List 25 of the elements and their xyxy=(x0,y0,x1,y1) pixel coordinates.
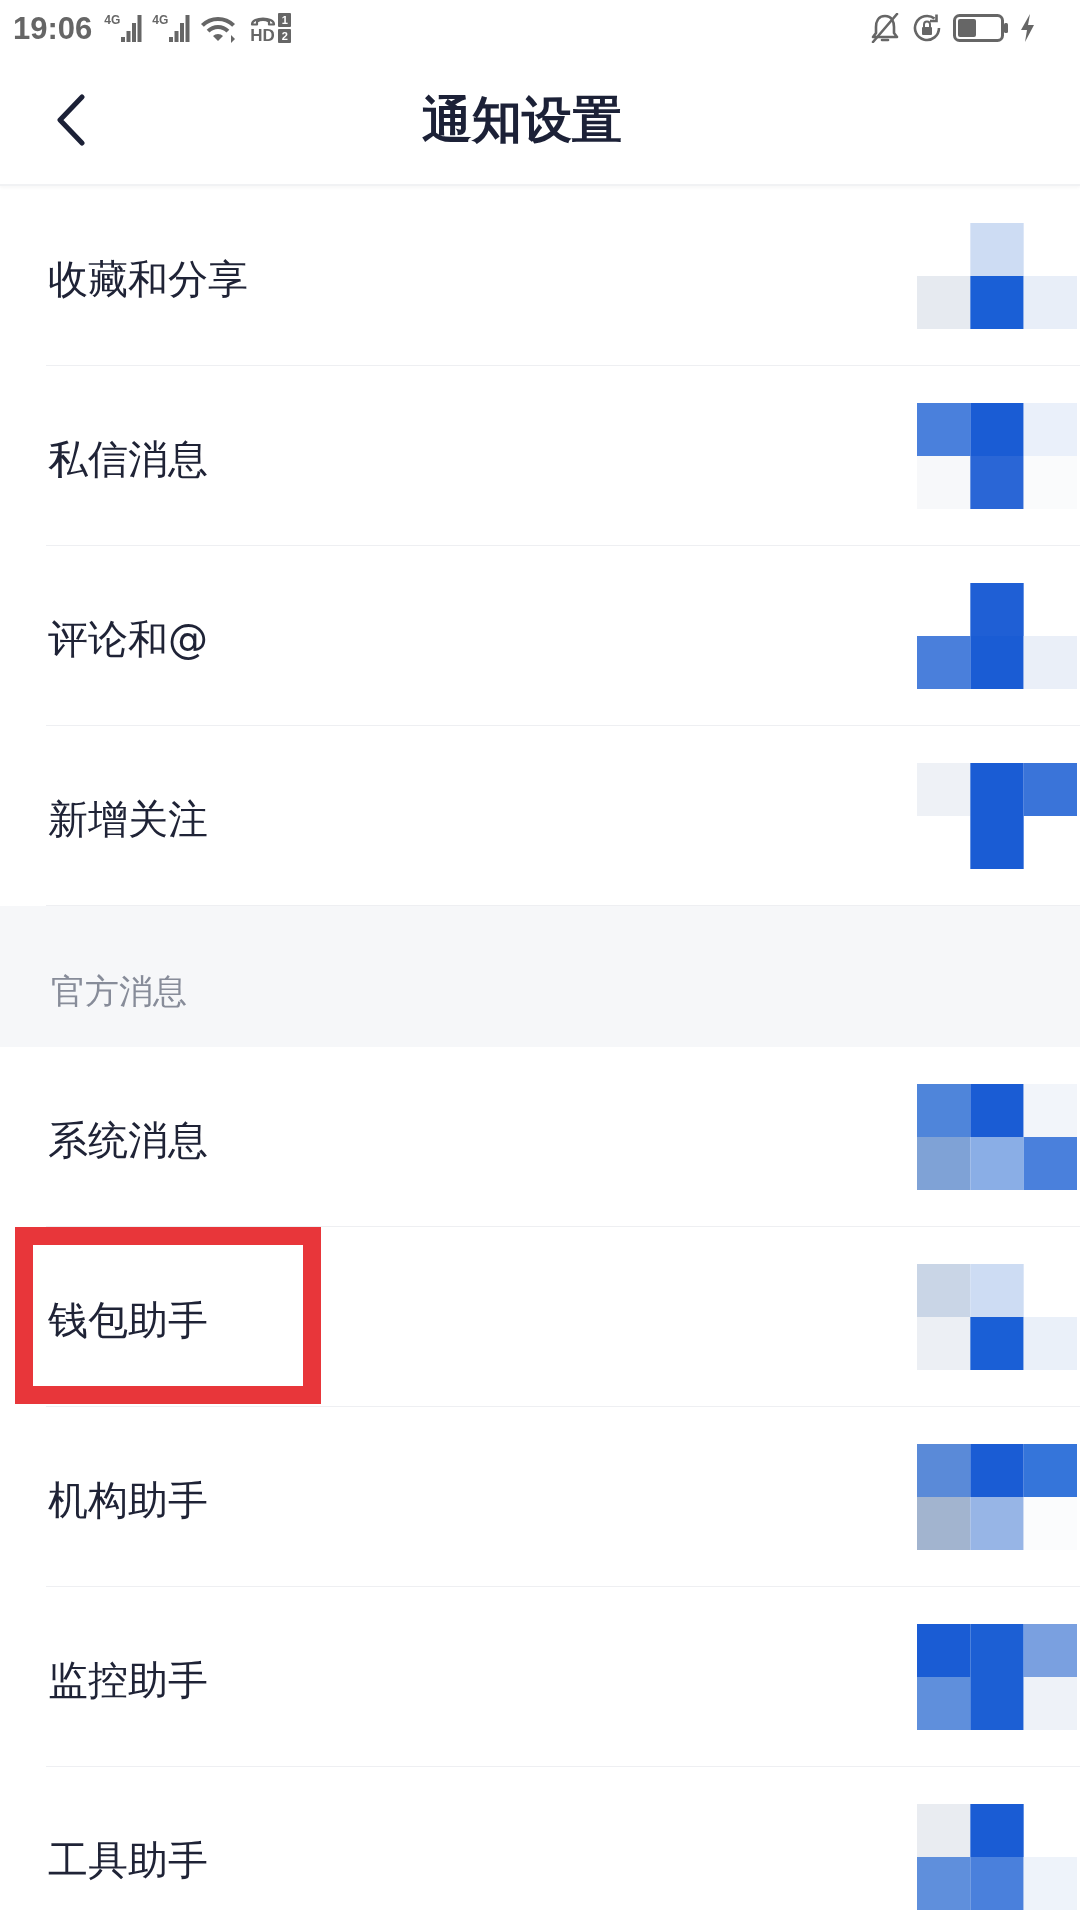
signal-icon xyxy=(169,14,191,42)
network-type-label: 4G xyxy=(104,14,121,26)
setting-label: 工具助手 xyxy=(48,1835,208,1884)
setting-label: 评论和@ xyxy=(48,614,208,663)
setting-label: 监控助手 xyxy=(48,1655,208,1704)
bell-off-icon xyxy=(869,13,901,43)
charging-bolt-icon xyxy=(1020,14,1035,42)
section-title: 官方消息 xyxy=(51,971,187,1012)
setting-label: 机构助手 xyxy=(48,1475,208,1524)
rotation-lock-icon xyxy=(912,13,942,43)
hd-label: HD xyxy=(250,28,275,43)
signal-icon xyxy=(121,14,143,42)
page-title: 通知设置 xyxy=(422,90,622,150)
setting-label: 系统消息 xyxy=(48,1115,208,1164)
setting-label: 新增关注 xyxy=(48,794,208,843)
sim-slot-label: 2 xyxy=(278,29,292,43)
battery-icon xyxy=(953,14,1009,42)
network-type-label: 4G xyxy=(152,14,169,26)
setting-label: 收藏和分享 xyxy=(48,254,248,303)
sim-slot-label: 1 xyxy=(278,13,292,27)
back-icon xyxy=(56,94,86,146)
setting-label: 私信消息 xyxy=(48,434,208,483)
setting-label: 钱包助手 xyxy=(48,1295,208,1344)
status-time: 19:06 xyxy=(13,12,93,44)
phone-icon xyxy=(250,15,277,26)
